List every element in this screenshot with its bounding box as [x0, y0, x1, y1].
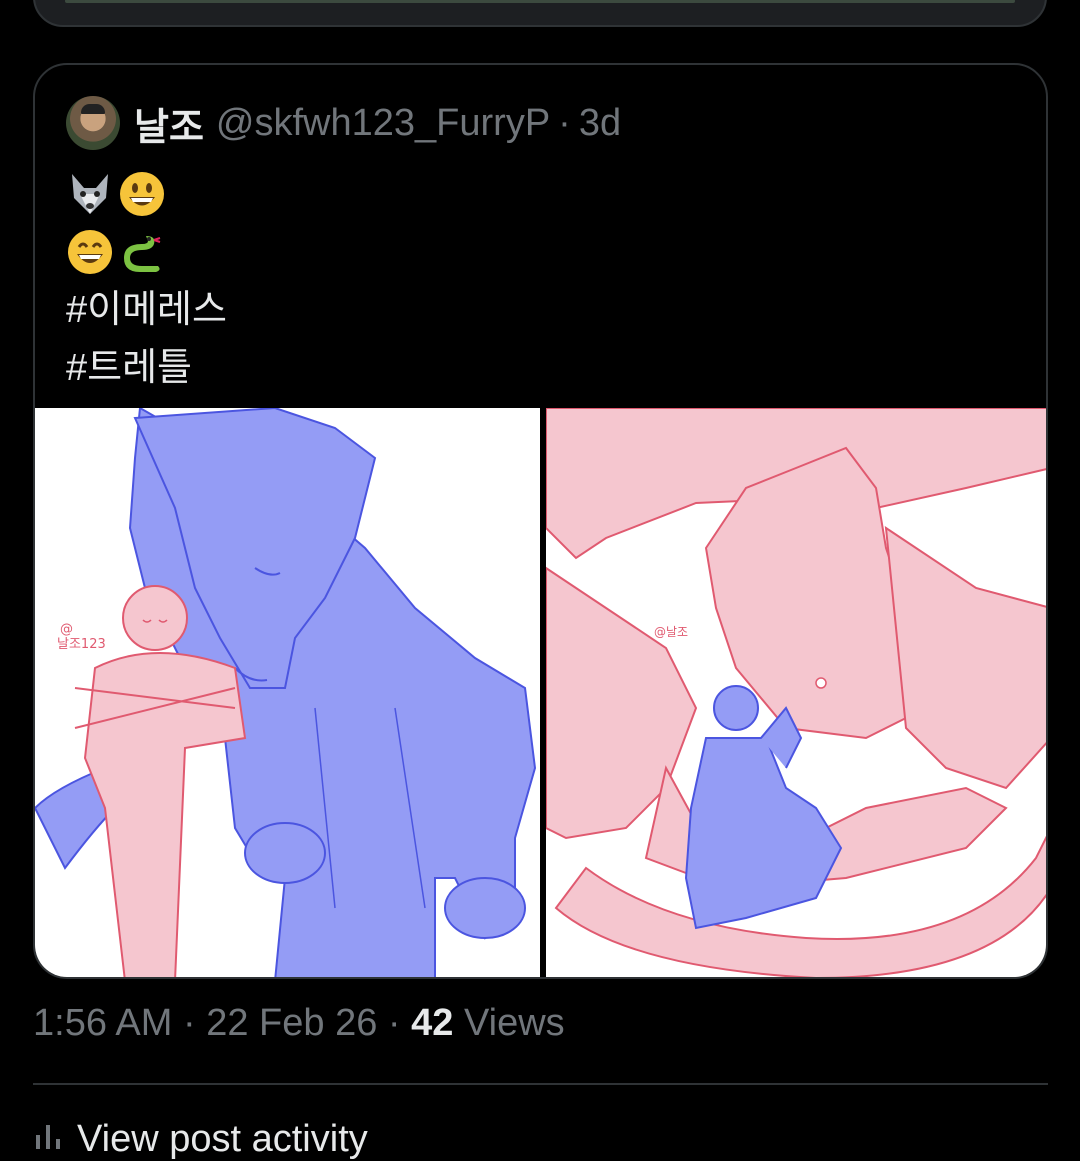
views-label: Views: [463, 1002, 565, 1044]
signature-text: @: [60, 622, 73, 637]
previous-post-media-edge: [65, 0, 1015, 3]
snake-emoji-icon: [118, 228, 166, 276]
emoji-line-2: [66, 223, 227, 281]
signature-text: @날조: [654, 625, 688, 639]
hashtag-2[interactable]: #트레틀: [66, 339, 227, 397]
separator-dot: ·: [558, 101, 571, 144]
author-row: 날조 @skfwh123_FurryP · 3d: [66, 95, 621, 151]
view-post-activity-button[interactable]: View post activity: [33, 1118, 368, 1161]
media-image-dragon[interactable]: @날조: [545, 408, 1046, 977]
author-name[interactable]: 날조: [134, 96, 204, 151]
hashtag-1[interactable]: #이메레스: [66, 281, 227, 339]
signature-text-2: 날조123: [57, 637, 106, 652]
grinning-face-emoji-icon: [118, 170, 166, 218]
smiling-face-emoji-icon: [66, 228, 114, 276]
post-meta: 1:56 AM · 22 Feb 26 · 42 Views: [33, 1002, 565, 1045]
separator-dot: ·: [387, 1002, 401, 1044]
divider: [33, 1083, 1048, 1085]
separator-dot: ·: [182, 1002, 196, 1044]
media-image-wolf[interactable]: @ 날조123: [35, 408, 540, 977]
view-post-activity-label: View post activity: [77, 1118, 368, 1160]
post-date[interactable]: 22 Feb 26: [206, 1002, 377, 1044]
quoted-post-card[interactable]: 날조 @skfwh123_FurryP · 3d #이메레스 #트레틀 @ 날조…: [33, 63, 1048, 979]
bar-chart-icon: [33, 1118, 63, 1161]
post-text: #이메레스 #트레틀: [66, 165, 227, 397]
avatar[interactable]: [66, 96, 120, 150]
emoji-line-1: [66, 165, 227, 223]
wolf-emoji-icon: [66, 170, 114, 218]
post-time[interactable]: 1:56 AM: [33, 1002, 172, 1044]
views-count: 42: [411, 1002, 454, 1044]
media-grid: @ 날조123 @날조: [35, 408, 1046, 977]
post-age[interactable]: 3d: [579, 102, 621, 145]
previous-post-card[interactable]: [33, 0, 1047, 27]
author-handle[interactable]: @skfwh123_FurryP: [216, 102, 550, 145]
